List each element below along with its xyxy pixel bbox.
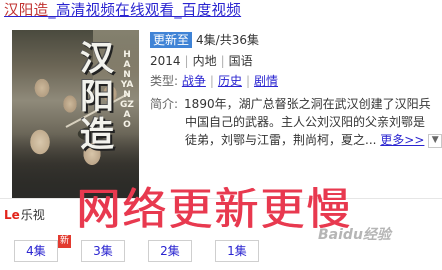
divider: |: [184, 54, 189, 68]
episode-4-button[interactable]: 4集: [14, 240, 58, 262]
divider: |: [245, 74, 250, 88]
status-row: 更新至 4集/共36集: [150, 32, 259, 48]
baidu-watermark: Baidu经验: [318, 227, 391, 243]
episode-1-button[interactable]: 1集: [215, 240, 259, 262]
synopsis-line: 1890年，湖广总督张之洞在武汉创建了汉阳兵: [184, 97, 431, 111]
chevron-down-icon[interactable]: ▼: [428, 133, 442, 148]
poster-latin-title: HANYANGZAO: [120, 50, 134, 130]
genre-drama-link[interactable]: 剧情: [254, 74, 278, 88]
episode-count: 4集/共36集: [196, 33, 259, 47]
synopsis: 简介: 1890年，湖广总督张之洞在武汉创建了汉阳兵 中国自己的武器。主人公刘汉阳…: [150, 95, 442, 151]
genre-label: 类型:: [150, 74, 179, 88]
letv-logo: Le: [4, 208, 20, 222]
video-title-link[interactable]: 汉阳造_高清视频在线观看_百度视频: [4, 1, 440, 21]
divider: |: [209, 74, 214, 88]
poster-image[interactable]: 汉阳造 HANYANGZAO: [12, 30, 139, 198]
genre-war-link[interactable]: 战争: [182, 74, 206, 88]
update-badge: 更新至: [150, 32, 193, 48]
synopsis-label: 简介:: [150, 97, 179, 111]
synopsis-line: 中国自己的武器。主人公刘汉阳的父亲刘鄂是: [185, 115, 426, 129]
source-selector[interactable]: Le乐视: [4, 206, 45, 224]
title-highlight: 汉阳造: [4, 3, 49, 19]
info-row: 2014 | 内地 | 国语: [150, 53, 253, 69]
region: 内地: [192, 54, 217, 68]
genre-history-link[interactable]: 历史: [218, 74, 242, 88]
year: 2014: [150, 54, 181, 68]
more-link[interactable]: 更多>>: [380, 133, 424, 147]
language: 国语: [228, 54, 253, 68]
new-badge: 新: [58, 235, 71, 248]
episode-2-button[interactable]: 2集: [148, 240, 192, 262]
genre-row: 类型: 战争 | 历史 | 剧情: [150, 73, 278, 89]
title-rest: _高清视频在线观看_百度视频: [48, 3, 242, 19]
divider: |: [220, 54, 225, 68]
synopsis-line: 徒弟，刘鄂与江雷，荆尚柯，夏之...: [185, 133, 377, 147]
episode-3-button[interactable]: 3集: [81, 240, 125, 262]
source-name: 乐视: [20, 208, 45, 222]
poster-title: 汉阳造: [80, 39, 114, 155]
